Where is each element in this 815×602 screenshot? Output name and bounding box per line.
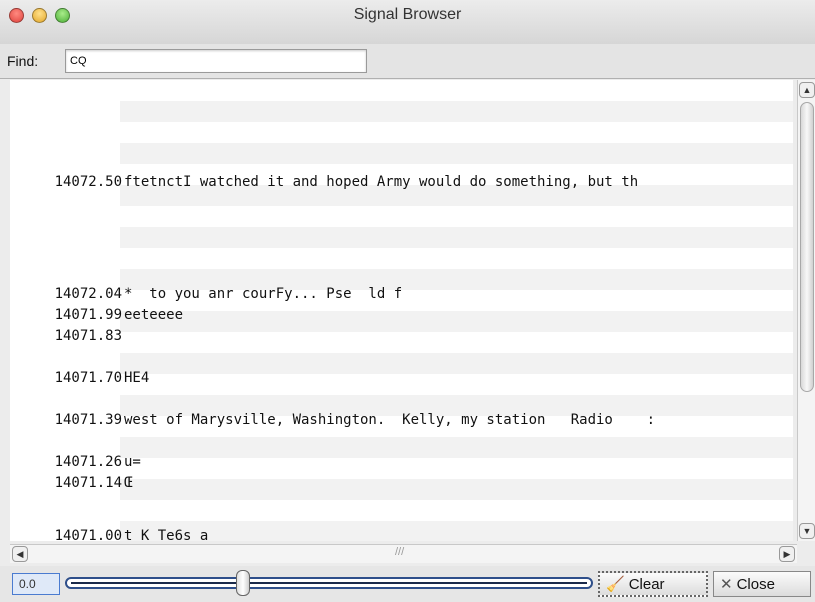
close-button-label: Close — [736, 575, 775, 593]
list-item[interactable]: 14071.00 t K Te6s a — [10, 525, 793, 541]
row-frequency: 14071.00 — [54, 528, 122, 541]
row-frequency: 14071.70 — [54, 370, 122, 386]
list-item[interactable]: 14072.50 ftetnctI watched it and hoped Ar… — [10, 171, 793, 193]
scroll-left-icon[interactable]: ◀ — [12, 546, 28, 562]
close-x-icon: ✕ — [720, 576, 733, 593]
list-item[interactable]: 14071.26 u= — [10, 451, 793, 473]
list-item[interactable]: 14071.14 Œ — [10, 472, 793, 494]
scroll-up-icon[interactable]: ▲ — [799, 82, 815, 98]
row-text: * to you anr courFy... Pse ld f — [124, 286, 403, 302]
row-frequency: 14072.04 — [54, 286, 122, 302]
slider-value-box[interactable]: 0.0 — [12, 573, 60, 595]
resize-grip-icon: /// — [395, 546, 405, 558]
horizontal-scrollbar[interactable]: ◀ /// ▶ — [10, 544, 797, 563]
row-text: eeteeee — [124, 307, 184, 323]
slider-knob[interactable] — [236, 570, 250, 596]
row-frequency: 14071.26 — [54, 454, 122, 470]
bottom-toolbar: 0.0 🧹 Clear ✕ Close — [0, 566, 815, 602]
row-text: t K Te6s a — [124, 528, 209, 541]
find-bar: Find: — [0, 44, 815, 79]
signal-list[interactable]: 14072.50 ftetnctI watched it and hoped Ar… — [10, 80, 793, 541]
row-frequency: 14071.99 — [54, 307, 122, 323]
row-text: HE4 — [124, 370, 150, 386]
row-frequency: 14071.39 — [54, 412, 122, 428]
row-text: west of Marysville, Washington. Kelly, m… — [124, 412, 656, 428]
row-frequency: 14071.83 — [54, 328, 122, 344]
find-input[interactable] — [65, 49, 367, 73]
clear-button[interactable]: 🧹 Clear — [598, 571, 708, 597]
vertical-scroll-thumb[interactable] — [800, 102, 814, 392]
scroll-down-icon[interactable]: ▼ — [799, 523, 815, 539]
slider-track[interactable] — [65, 577, 593, 589]
row-frequency: 14072.50 — [54, 174, 122, 190]
list-item[interactable]: 14071.39 west of Marysville, Washington. … — [10, 409, 793, 431]
clear-button-label: Clear — [628, 575, 665, 593]
broom-icon: 🧹 — [606, 576, 625, 593]
window-title: Signal Browser — [353, 6, 462, 23]
find-label: Find: — [7, 53, 39, 69]
close-button[interactable]: ✕ Close — [713, 571, 811, 597]
list-item[interactable]: 14071.83 — [10, 325, 793, 347]
slider-track-line — [71, 582, 587, 584]
row-text: Œ — [124, 475, 133, 491]
list-item[interactable]: 14071.99 eeteeee — [10, 304, 793, 326]
list-item[interactable]: 14071.70 HE4 — [10, 367, 793, 389]
row-text: ftetnctI watched it and hoped Army would… — [124, 174, 639, 190]
row-text: u= — [124, 454, 141, 470]
vertical-scrollbar[interactable]: ▲ ▼ — [797, 80, 815, 541]
list-item[interactable]: 14072.04 * to you anr courFy... Pse ld f — [10, 283, 793, 305]
scroll-right-icon[interactable]: ▶ — [779, 546, 795, 562]
row-frequency: 14071.14 — [54, 475, 122, 491]
title-bar: Signal Browser — [0, 0, 815, 45]
